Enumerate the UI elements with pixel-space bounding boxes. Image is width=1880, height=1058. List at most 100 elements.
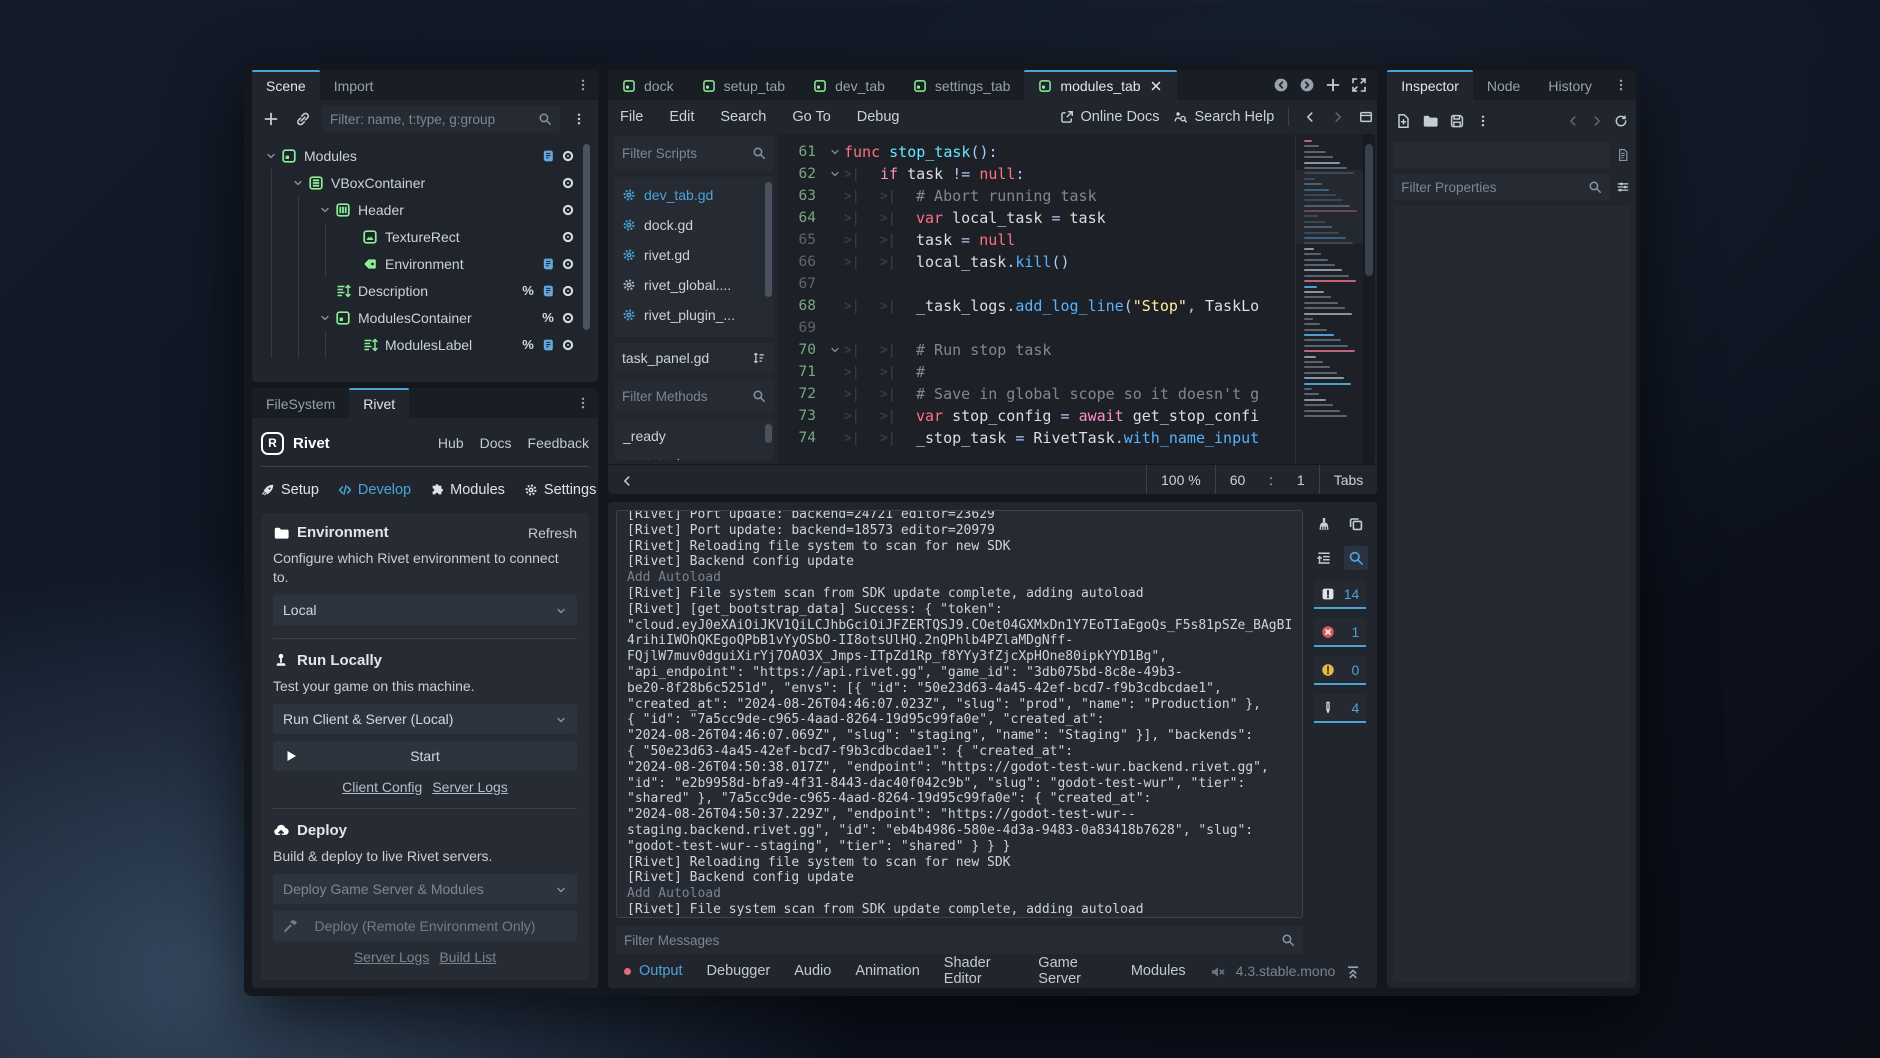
start-button[interactable]: Start	[273, 741, 577, 771]
expand-arrow-icon[interactable]	[289, 174, 306, 191]
indent-type[interactable]: Tabs	[1319, 465, 1378, 494]
history-back-icon[interactable]	[1566, 112, 1580, 130]
sort-methods-icon[interactable]	[752, 351, 766, 365]
expand-editor-icon[interactable]	[1351, 76, 1367, 94]
code-line-62[interactable]: 62>|if task != null:	[778, 163, 1375, 185]
tab-inspector[interactable]: Inspector	[1387, 70, 1473, 100]
visibility-toggle-icon[interactable]	[558, 176, 578, 190]
tab-rivet[interactable]: Rivet	[349, 388, 409, 418]
script-item-rivetgd[interactable]: rivet.gd	[614, 240, 774, 270]
deploy-target-select[interactable]: Deploy Game Server & Modules	[273, 874, 577, 904]
tree-node-header[interactable]: Header	[262, 196, 590, 223]
current-script-row[interactable]: task_panel.gd	[614, 343, 774, 373]
scene-tree-scrollbar[interactable]	[583, 144, 590, 330]
add-node-button[interactable]	[258, 106, 284, 132]
scene-tab-setup_tab[interactable]: setup_tab	[688, 70, 800, 100]
zoom-level[interactable]: 100 %	[1146, 465, 1215, 494]
open-docs-icon[interactable]	[1616, 146, 1630, 164]
environment-select[interactable]: Local	[273, 595, 577, 625]
tree-node-vboxcontainer[interactable]: VBoxContainer	[262, 169, 590, 196]
scene-tab-settings_tab[interactable]: settings_tab	[899, 70, 1025, 100]
rivet-link-hub[interactable]: Hub	[438, 435, 464, 451]
code-line-69[interactable]: 69	[778, 317, 1375, 339]
filter-messages-field[interactable]	[616, 926, 1303, 954]
bottom-tab-shader-editor[interactable]: Shader Editor	[944, 955, 1015, 987]
method-item-start_task[interactable]: start_task	[614, 450, 774, 460]
menu-go-to[interactable]: Go To	[792, 109, 830, 125]
search-output-icon[interactable]	[1344, 546, 1368, 570]
bottom-tab-audio[interactable]: Audio	[794, 963, 831, 979]
unique-name-badge[interactable]: %	[538, 310, 558, 325]
menu-file[interactable]: File	[620, 109, 643, 125]
script-forward-button[interactable]	[1331, 109, 1345, 125]
filter-scripts-field[interactable]	[614, 136, 774, 171]
dock-menu-icon[interactable]	[568, 394, 598, 412]
visibility-toggle-icon[interactable]	[558, 257, 578, 271]
tab-forward-icon[interactable]	[1299, 76, 1315, 94]
menu-debug[interactable]: Debug	[857, 109, 900, 125]
code-line-70[interactable]: 70>|>|# Run stop task	[778, 339, 1375, 361]
history-forward-icon[interactable]	[1590, 112, 1604, 130]
filter-badge-all-messages[interactable]: 14	[1314, 580, 1366, 609]
method-item-_ready[interactable]: _ready	[614, 422, 774, 450]
rivet-nav-develop[interactable]: Develop	[338, 482, 411, 498]
script-icon[interactable]	[538, 284, 558, 298]
tab-history[interactable]: History	[1534, 70, 1606, 100]
expand-arrow-icon[interactable]	[316, 309, 333, 326]
script-item-rivet_plugin_[interactable]: rivet_plugin_...	[614, 300, 774, 330]
script-icon[interactable]	[538, 257, 558, 271]
collapse-scripts-panel-icon[interactable]	[608, 471, 646, 487]
filter-methods-field[interactable]	[614, 379, 774, 414]
bottom-tab-animation[interactable]: Animation	[855, 963, 919, 979]
clear-output-icon[interactable]	[1312, 512, 1336, 536]
fold-arrow-icon[interactable]	[826, 344, 844, 356]
save-resource-icon[interactable]	[1449, 112, 1465, 130]
visibility-toggle-icon[interactable]	[558, 311, 578, 325]
link-server-logs[interactable]: Server Logs	[354, 949, 429, 965]
tree-node-modulescontainer[interactable]: ModulesContainer%	[262, 304, 590, 331]
filter-methods-input[interactable]	[622, 389, 746, 404]
link-build-list[interactable]: Build List	[439, 949, 496, 965]
mute-audio-icon[interactable]	[1210, 962, 1226, 979]
filter-badge-errors[interactable]: 1	[1314, 618, 1366, 647]
code-line-72[interactable]: 72>|>|# Save in global scope so it doesn…	[778, 383, 1375, 405]
rivet-link-feedback[interactable]: Feedback	[528, 435, 589, 451]
script-item-dockgd[interactable]: dock.gd	[614, 210, 774, 240]
scene-filter-input[interactable]	[330, 112, 532, 127]
instance-scene-button[interactable]	[290, 106, 316, 132]
filter-properties-input[interactable]	[1401, 180, 1582, 195]
link-client-config[interactable]: Client Config	[342, 779, 422, 795]
deploy-button[interactable]: Deploy (Remote Environment Only)	[273, 911, 577, 941]
expand-bottom-panel-icon[interactable]	[1345, 962, 1361, 979]
filter-scripts-input[interactable]	[622, 146, 746, 161]
code-scrollbar[interactable]	[1363, 134, 1375, 464]
output-log[interactable]: [Rivet] Port update: backend=24721 edito…	[616, 510, 1303, 918]
tab-node[interactable]: Node	[1473, 70, 1534, 100]
search-help-button[interactable]: Search Help	[1173, 109, 1274, 125]
script-item-dev_tabgd[interactable]: dev_tab.gd	[614, 180, 774, 210]
scene-tab-modules_tab[interactable]: modules_tab	[1024, 70, 1176, 100]
expand-arrow-icon[interactable]	[316, 201, 333, 218]
code-line-63[interactable]: 63>|>|# Abort running task	[778, 185, 1375, 207]
rivet-link-docs[interactable]: Docs	[480, 435, 512, 451]
rivet-nav-settings[interactable]: Settings	[524, 482, 596, 498]
collapse-duplicates-icon[interactable]	[1312, 546, 1336, 570]
new-resource-icon[interactable]	[1395, 112, 1411, 130]
dock-menu-icon[interactable]	[568, 76, 598, 94]
tab-scene[interactable]: Scene	[252, 70, 320, 100]
bottom-tab-output[interactable]: Output	[624, 963, 683, 979]
code-line-71[interactable]: 71>|>|#	[778, 361, 1375, 383]
rivet-nav-modules[interactable]: Modules	[430, 482, 505, 498]
dock-menu-icon[interactable]	[1606, 76, 1636, 94]
visibility-toggle-icon[interactable]	[558, 149, 578, 163]
visibility-toggle-icon[interactable]	[558, 284, 578, 298]
copy-output-icon[interactable]	[1344, 512, 1368, 536]
filter-badge-warnings[interactable]: 0	[1314, 656, 1366, 685]
tab-filesystem[interactable]: FileSystem	[252, 388, 349, 418]
make-floating-icon[interactable]	[1359, 109, 1373, 125]
unique-name-badge[interactable]: %	[518, 337, 538, 352]
edit-history-icon[interactable]	[1614, 112, 1628, 130]
scene-filter-field[interactable]	[322, 106, 560, 132]
code-minimap[interactable]	[1295, 134, 1363, 464]
unique-name-badge[interactable]: %	[518, 283, 538, 298]
